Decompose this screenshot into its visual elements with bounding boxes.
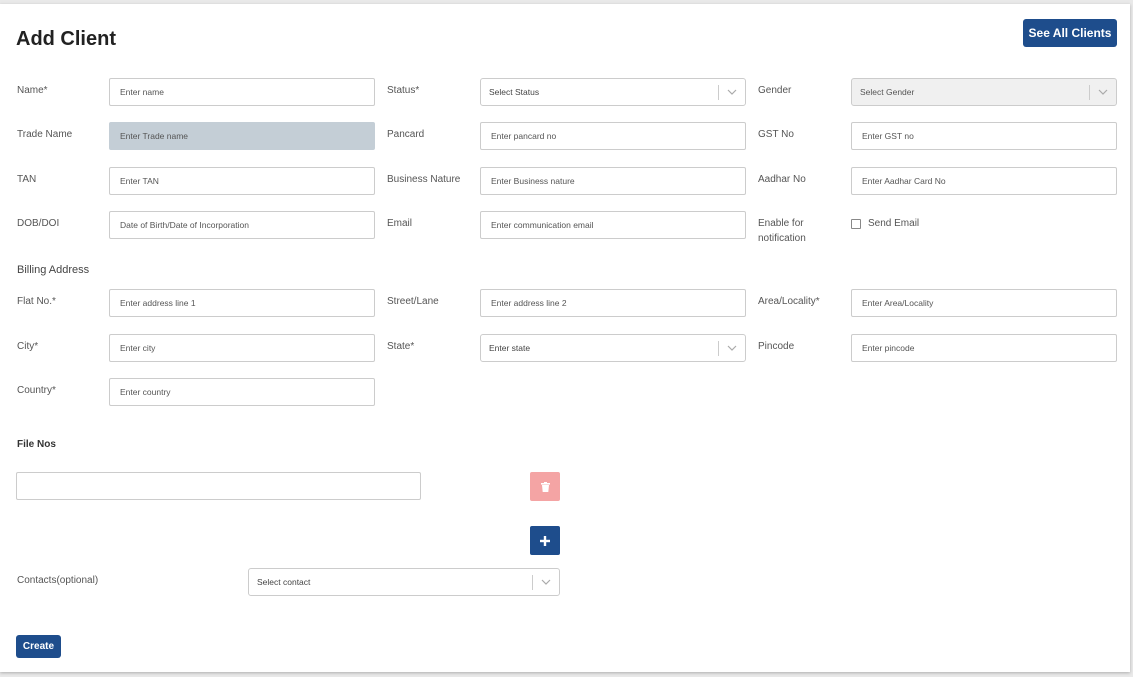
email-input[interactable] <box>480 211 746 239</box>
area-input[interactable] <box>851 289 1117 317</box>
flat-input[interactable] <box>109 289 375 317</box>
select-separator <box>1089 85 1090 100</box>
create-button[interactable]: Create <box>16 635 61 658</box>
name-label: Name* <box>17 85 48 96</box>
state-select-value: Enter state <box>489 343 531 353</box>
pancard-input[interactable] <box>480 122 746 150</box>
name-input[interactable] <box>109 78 375 106</box>
gender-label: Gender <box>758 85 792 96</box>
file-nos-heading: File Nos <box>17 439 56 450</box>
dob-label: DOB/DOI <box>17 218 60 229</box>
plus-icon <box>540 535 550 546</box>
gst-input[interactable] <box>851 122 1117 150</box>
business-nature-input[interactable] <box>480 167 746 195</box>
file-no-input[interactable] <box>16 472 421 500</box>
add-file-button[interactable] <box>530 526 560 555</box>
send-email-label: Send Email <box>868 218 920 229</box>
contacts-label: Contacts(optional) <box>17 575 99 586</box>
tan-input[interactable] <box>109 167 375 195</box>
pincode-label: Pincode <box>758 341 795 352</box>
street-label: Street/Lane <box>387 296 439 307</box>
email-label: Email <box>387 218 413 229</box>
area-label: Area/Locality* <box>758 296 820 307</box>
flat-label: Flat No.* <box>17 296 56 307</box>
pincode-input[interactable] <box>851 334 1117 362</box>
business-nature-label: Business Nature <box>387 174 461 185</box>
billing-address-heading: Billing Address <box>17 264 90 276</box>
page-title: Add Client <box>16 28 116 50</box>
state-label: State* <box>387 341 415 352</box>
state-select[interactable]: Enter state <box>480 334 746 362</box>
contacts-select[interactable]: Select contact <box>248 568 560 596</box>
aadhar-label: Aadhar No <box>758 174 806 185</box>
trade-name-label: Trade Name <box>17 129 73 140</box>
chevron-down-icon <box>727 345 737 351</box>
chevron-down-icon <box>1098 89 1108 95</box>
status-select-value: Select Status <box>489 87 540 97</box>
notification-label-line1: Enable for <box>758 218 804 229</box>
gst-label: GST No <box>758 129 794 140</box>
select-separator <box>718 85 719 100</box>
send-email-option[interactable]: Send Email <box>851 218 919 229</box>
dob-input[interactable] <box>109 211 375 239</box>
trash-icon <box>540 481 550 492</box>
chevron-down-icon <box>541 579 551 585</box>
status-select[interactable]: Select Status <box>480 78 746 106</box>
contacts-select-value: Select contact <box>257 577 311 587</box>
country-label: Country* <box>17 385 56 396</box>
country-input[interactable] <box>109 378 375 406</box>
city-label: City* <box>17 341 39 352</box>
add-client-card: Add Client See All Clients Name* Status*… <box>0 4 1130 672</box>
street-input[interactable] <box>480 289 746 317</box>
notification-label-line2: notification <box>758 233 806 244</box>
gender-select[interactable]: Select Gender <box>851 78 1117 106</box>
trade-name-input[interactable] <box>109 122 375 150</box>
see-all-clients-button[interactable]: See All Clients <box>1023 19 1117 47</box>
delete-file-button[interactable] <box>530 472 560 501</box>
select-separator <box>718 341 719 356</box>
city-input[interactable] <box>109 334 375 362</box>
gender-select-value: Select Gender <box>860 87 915 97</box>
tan-label: TAN <box>17 174 37 185</box>
select-separator <box>532 575 533 590</box>
aadhar-input[interactable] <box>851 167 1117 195</box>
pancard-label: Pancard <box>387 129 425 140</box>
send-email-checkbox[interactable] <box>851 218 861 229</box>
chevron-down-icon <box>727 89 737 95</box>
status-label: Status* <box>387 85 420 96</box>
notification-label: Enable for notification <box>758 216 806 246</box>
